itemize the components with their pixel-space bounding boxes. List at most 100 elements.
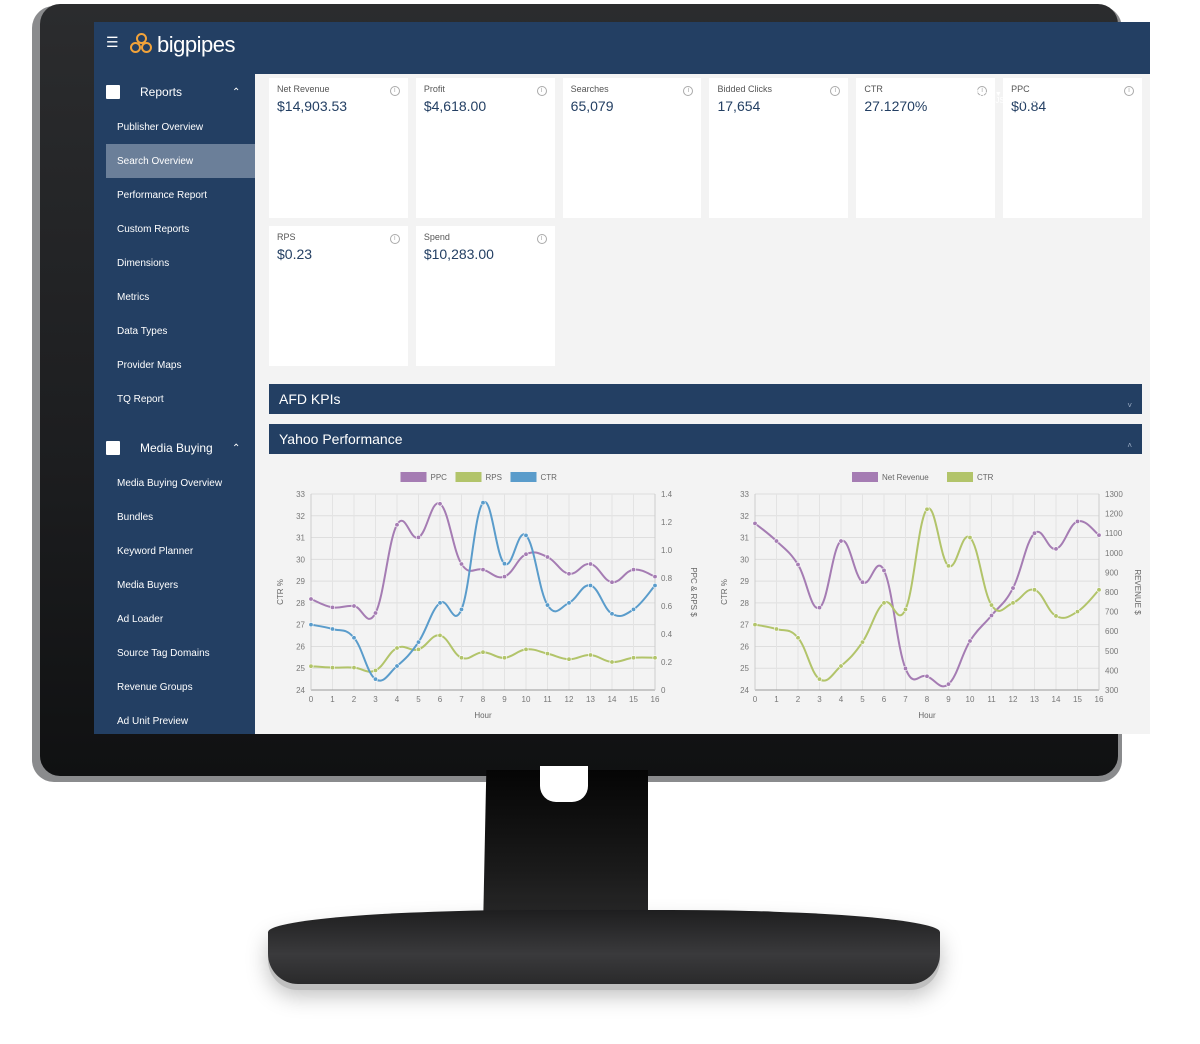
data-point-net-revenue — [816, 605, 822, 611]
sidebar-item-data-types[interactable]: Data Types — [94, 314, 255, 348]
legend-label: CTR — [977, 473, 994, 482]
data-point-net-revenue — [1074, 518, 1080, 524]
y2-tick-label: 900 — [1105, 568, 1119, 577]
caret-down-icon: ▼ — [1133, 98, 1140, 105]
y-tick-label: 28 — [296, 599, 305, 608]
sidebar-item-bundles[interactable]: Bundles — [94, 500, 255, 534]
language-selector[interactable]: ENGLISH ▼ — [948, 88, 1002, 98]
top-bar: ☰ bigpipes — [94, 22, 1150, 74]
data-point-ctr — [838, 663, 844, 669]
info-icon[interactable]: i — [830, 86, 841, 96]
data-point-ppc — [609, 579, 615, 585]
y2-tick-label: 1300 — [1105, 490, 1123, 499]
data-point-rps — [566, 656, 572, 662]
sidebar-section-reports[interactable]: Reports ⌃ — [94, 74, 255, 110]
x-tick-label: 4 — [395, 695, 400, 704]
chevron-up-icon[interactable]: ⌃ — [232, 87, 240, 98]
y2-tick-label: 400 — [1105, 666, 1119, 675]
language-label: ENGLISH — [947, 88, 989, 98]
x-tick-label: 10 — [965, 695, 974, 704]
user-menu[interactable]: JS@PSQUAREDPUBLISHING.COM ▼ — [995, 96, 1140, 105]
sidebar-item-media-buyers[interactable]: Media Buyers — [94, 568, 255, 602]
data-point-ctr — [373, 676, 379, 682]
data-point-rps — [459, 655, 465, 661]
info-icon[interactable]: i — [389, 86, 400, 96]
data-point-ppc — [308, 596, 314, 602]
logo-text: bigpipes — [157, 32, 235, 57]
sidebar: Reports ⌃ Publisher Overview Search Overvie… — [94, 74, 255, 734]
data-point-rps — [630, 655, 636, 661]
chevron-down-icon[interactable]: ˅ — [1127, 401, 1132, 410]
sidebar-item-dimensions[interactable]: Dimensions — [94, 246, 255, 280]
chevron-up-icon[interactable]: ˄ — [1127, 441, 1132, 450]
sidebar-section-media-buying[interactable]: Media Buying ⌃ — [94, 430, 255, 466]
y2-tick-label: 1.0 — [661, 546, 673, 555]
stand-notch — [540, 766, 588, 802]
data-point-ctr — [1095, 587, 1101, 593]
y-axis-label: CTR % — [276, 579, 285, 605]
sidebar-item-search-overview[interactable]: Search Overview — [106, 144, 255, 178]
kpi-card-bidded-clicks: Bidded Clicks 17,654 i — [709, 78, 849, 218]
kpi-card-searches: Searches 65,079 i — [562, 78, 702, 218]
data-point-ctr — [1009, 600, 1015, 606]
sidebar-item-source-tag-domains[interactable]: Source Tag Domains — [94, 636, 255, 670]
x-tick-label: 13 — [1030, 695, 1039, 704]
sidebar-item-performance-report[interactable]: Performance Report — [94, 178, 255, 212]
y2-tick-label: 600 — [1105, 627, 1119, 636]
info-icon[interactable]: i — [536, 234, 547, 244]
data-point-rps — [480, 649, 486, 655]
data-point-rps — [308, 663, 314, 669]
data-point-ctr — [502, 561, 508, 567]
data-point-ctr — [773, 626, 779, 632]
sidebar-item-provider-maps[interactable]: Provider Maps — [94, 348, 255, 382]
x-tick-label: 16 — [1094, 695, 1103, 704]
info-icon[interactable]: i — [1123, 86, 1134, 96]
data-point-ctr — [816, 676, 822, 682]
sidebar-item-ad-unit-preview[interactable]: Ad Unit Preview — [94, 704, 255, 734]
y2-tick-label: 500 — [1105, 647, 1119, 656]
info-icon[interactable]: i — [389, 234, 400, 244]
monitor-bezel: ☰ bigpipes Reports ⌃ Publisher Overview Sea… — [40, 4, 1150, 776]
data-point-net-revenue — [881, 567, 887, 573]
x-tick-label: 15 — [629, 695, 638, 704]
y2-tick-label: 1200 — [1105, 510, 1123, 519]
data-point-ppc — [566, 571, 572, 577]
y-tick-label: 30 — [296, 555, 305, 564]
data-point-ctr — [523, 532, 529, 538]
chart-svg: 242526272829303132330 1 2 3 4 5 6 7 8 9 10 11 12 13 14… — [276, 472, 698, 720]
sidebar-item-keyword-planner[interactable]: Keyword Planner — [94, 534, 255, 568]
sidebar-item-media-buying-overview[interactable]: Media Buying Overview — [94, 466, 255, 500]
data-point-ctr — [416, 639, 422, 645]
chevron-up-icon[interactable]: ⌃ — [232, 443, 240, 454]
y2-tick-label: 0.2 — [661, 658, 673, 667]
data-point-rps — [652, 655, 658, 661]
sidebar-item-tq-report[interactable]: TQ Report — [94, 382, 255, 416]
logo[interactable]: bigpipes — [130, 32, 235, 58]
y2-tick-label: 700 — [1105, 608, 1119, 617]
y2-tick-label: 300 — [1105, 686, 1119, 695]
info-icon[interactable]: i — [683, 86, 694, 96]
info-icon[interactable]: i — [536, 86, 547, 96]
data-point-ppc — [394, 522, 400, 528]
sidebar-section-label: Media Buying — [140, 441, 213, 455]
y-tick-label: 28 — [740, 599, 749, 608]
panel-yahoo-performance[interactable]: Yahoo Performance ˄ — [269, 424, 1142, 454]
data-point-ppc — [652, 574, 658, 580]
kpi-value: $10,283.00 — [423, 246, 494, 262]
x-tick-label: 12 — [565, 695, 574, 704]
chart-svg: 242526272829303132330 1 2 3 4 5 6 7 8 9 10 11 12 13 14… — [720, 472, 1142, 720]
sidebar-item-metrics[interactable]: Metrics — [94, 280, 255, 314]
data-point-ctr — [1052, 613, 1058, 619]
sidebar-item-publisher-overview[interactable]: Publisher Overview — [94, 110, 255, 144]
kpi-value: $14,903.53 — [277, 98, 348, 114]
hamburger-menu-icon[interactable]: ☰ — [106, 35, 120, 49]
sidebar-item-ad-loader[interactable]: Ad Loader — [94, 602, 255, 636]
panel-afd-kpis[interactable]: AFD KPIs ˅ — [269, 384, 1142, 414]
y-tick-label: 31 — [296, 534, 305, 543]
data-point-rps — [609, 659, 615, 665]
data-point-rps — [416, 646, 422, 652]
sidebar-item-custom-reports[interactable]: Custom Reports — [94, 212, 255, 246]
x-tick-label: 5 — [860, 695, 865, 704]
sidebar-item-revenue-groups[interactable]: Revenue Groups — [94, 670, 255, 704]
y-tick-label: 26 — [296, 642, 305, 651]
